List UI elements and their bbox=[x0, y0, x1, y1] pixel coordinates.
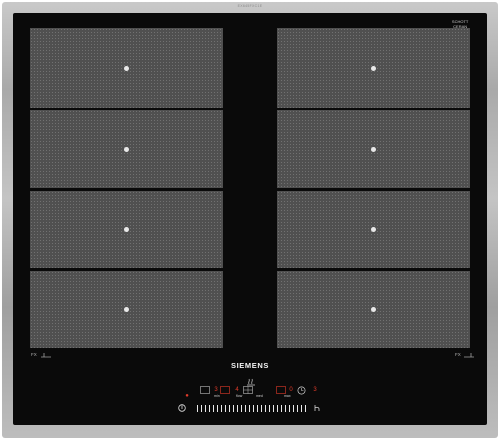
flex-zone-icon bbox=[464, 353, 474, 358]
lock-icon[interactable] bbox=[313, 404, 321, 412]
clock-icon[interactable] bbox=[297, 386, 306, 395]
timer-display: 4 bbox=[235, 387, 239, 393]
slider-label-med: med bbox=[256, 394, 263, 398]
power-slider[interactable] bbox=[197, 405, 308, 412]
zone-center-mark bbox=[124, 307, 129, 312]
left-zone-2 bbox=[30, 110, 223, 188]
heat-symbol-icon bbox=[247, 378, 255, 386]
left-zone-select-icon[interactable] bbox=[200, 386, 210, 394]
zone-center-mark bbox=[371, 227, 376, 232]
brand-logo: SIEMENS bbox=[231, 361, 269, 370]
right-zone-select-icon[interactable] bbox=[276, 386, 286, 394]
zone-center-mark bbox=[371, 65, 376, 71]
left-power-display: 3 bbox=[214, 387, 218, 393]
boost-icon[interactable] bbox=[220, 386, 230, 394]
left-zone-4 bbox=[30, 271, 223, 348]
flex-label-right: FX bbox=[455, 352, 461, 357]
flex-label-left: FX bbox=[31, 352, 37, 357]
center-display: 0 bbox=[289, 387, 293, 393]
zone-center-mark bbox=[124, 65, 129, 71]
slider-label-min: min bbox=[214, 394, 220, 398]
flex-zone-icon bbox=[41, 353, 51, 358]
zone-center-mark bbox=[124, 146, 129, 152]
slider-label-max: max bbox=[284, 394, 291, 398]
right-zone-4 bbox=[277, 271, 470, 348]
power-button-icon[interactable] bbox=[178, 404, 186, 412]
zone-center-mark bbox=[371, 307, 376, 312]
right-zone-1 bbox=[277, 28, 470, 108]
left-zone-3 bbox=[30, 191, 223, 268]
grid-select-icon[interactable] bbox=[243, 386, 253, 394]
zone-center-mark bbox=[124, 227, 129, 232]
left-zone-1 bbox=[30, 28, 223, 108]
zone-center-mark bbox=[371, 146, 376, 152]
slider-label-flow: flow bbox=[236, 394, 243, 398]
right-power-display: 3 bbox=[313, 387, 317, 393]
indicator-light: ● bbox=[185, 393, 189, 399]
model-number: EX645FXC1E bbox=[237, 4, 263, 8]
right-zone-2 bbox=[277, 110, 470, 188]
right-zone-3 bbox=[277, 191, 470, 268]
